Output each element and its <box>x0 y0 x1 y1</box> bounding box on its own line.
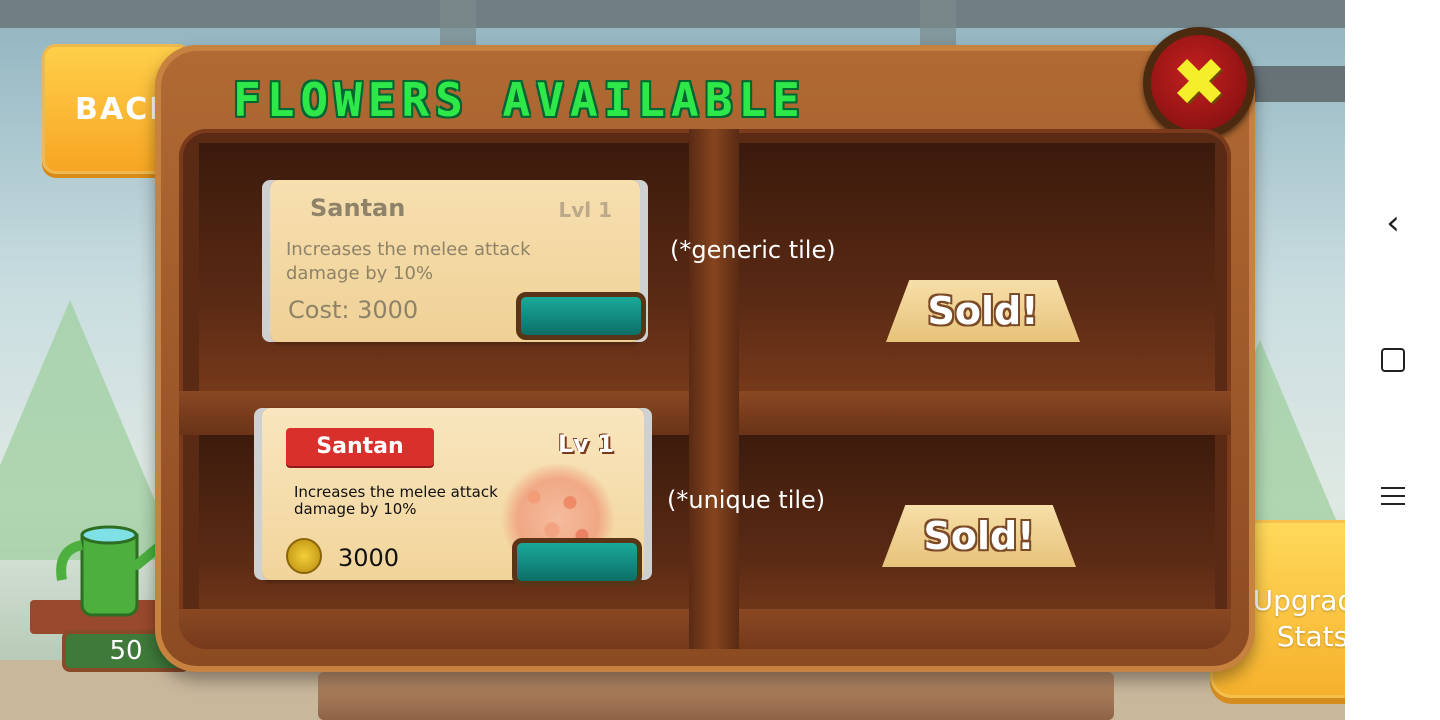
card-flower-name: Santan <box>310 194 406 222</box>
buy-button[interactable] <box>512 538 642 586</box>
card-cost: Cost: 3000 <box>288 296 419 324</box>
window-frame <box>0 0 1345 28</box>
sold-sign: Sold! <box>886 280 1080 342</box>
card-level: Lvl 1 <box>558 198 612 222</box>
close-button[interactable]: ✖ <box>1143 27 1255 139</box>
card-level: Lv 1 <box>558 430 614 458</box>
card-name-ribbon: Santan <box>286 428 434 466</box>
nav-back-icon[interactable]: ‹ <box>1373 203 1413 243</box>
flower-card-generic[interactable]: Santan Lvl 1 Increases the melee attack … <box>270 180 646 342</box>
android-nav-bar: ‹ <box>1345 0 1440 720</box>
panel-title: FLOWERS AVAILABLE <box>233 73 806 127</box>
shelf-divider <box>689 129 739 649</box>
generic-tile-note: (*generic tile) <box>670 236 836 264</box>
sold-sign: Sold! <box>882 505 1076 567</box>
card-description: Increases the melee attack damage by 10% <box>286 239 531 284</box>
buy-button[interactable] <box>516 292 646 340</box>
card-cost: 3000 <box>338 544 400 572</box>
nav-home-icon[interactable] <box>1373 340 1413 380</box>
flower-card-unique[interactable]: Santan Lv 1 Increases the melee attack d… <box>262 408 644 586</box>
watering-can-icon[interactable] <box>52 505 172 625</box>
card-description: Increases the melee attack damage by 10% <box>294 483 498 518</box>
coin-icon <box>286 538 322 574</box>
shelf-cell-top-right <box>739 143 1215 405</box>
table <box>318 672 1114 720</box>
nav-menu-icon[interactable] <box>1373 476 1413 516</box>
close-icon: ✖ <box>1171 44 1227 121</box>
unique-tile-note: (*unique tile) <box>667 486 826 514</box>
